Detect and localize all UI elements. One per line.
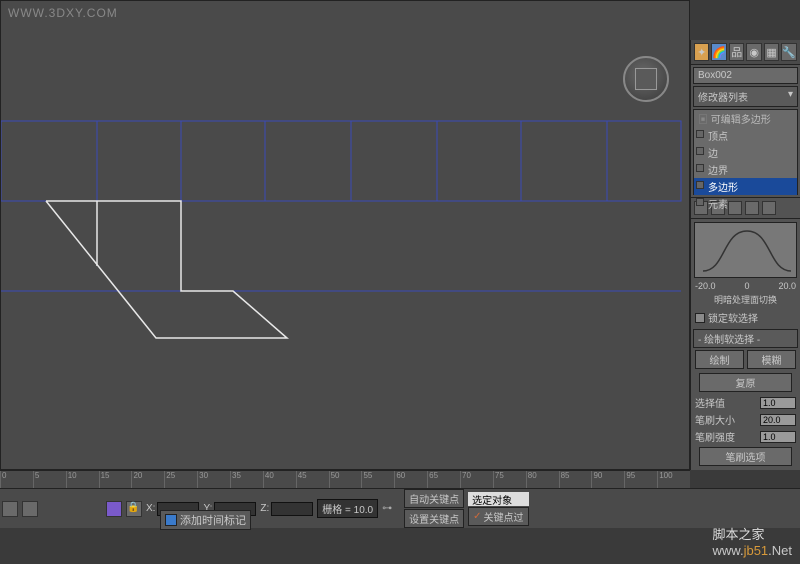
timeline-tick: 45 xyxy=(296,471,329,488)
selection-lock-icon[interactable]: 🔒 xyxy=(126,501,142,517)
timeline-tick: 80 xyxy=(526,471,559,488)
z-coord-input[interactable] xyxy=(271,502,313,516)
add-time-tag-button[interactable]: 添加时间标记 xyxy=(160,510,251,530)
wireframe-geometry xyxy=(1,1,691,471)
timeline-tick: 30 xyxy=(197,471,230,488)
timeline-tick: 100 xyxy=(657,471,690,488)
timeline-tick: 5 xyxy=(33,471,66,488)
subobj-vertex[interactable]: 顶点 xyxy=(694,127,797,144)
key-filters-button[interactable]: ✓关键点过 xyxy=(468,507,528,526)
z-label: Z: xyxy=(260,503,269,514)
timeline-tick: 40 xyxy=(263,471,296,488)
blur-button[interactable]: 模糊 xyxy=(747,350,796,369)
viewport[interactable] xyxy=(0,0,690,470)
graph-axis-labels: -20.0020.0 xyxy=(691,281,800,291)
set-key-button[interactable]: 设置关键点 xyxy=(404,509,464,528)
display-tab-icon[interactable]: ▦ xyxy=(764,43,779,61)
selected-object-field[interactable]: 选定对象 xyxy=(468,492,528,506)
timeline-tick: 75 xyxy=(493,471,526,488)
brush-size-label: 笔刷大小 xyxy=(695,412,735,427)
timeline-tick: 95 xyxy=(624,471,657,488)
modifier-editable-poly[interactable]: ▣ 可编辑多边形 xyxy=(694,110,797,127)
revert-button[interactable]: 复原 xyxy=(699,373,792,392)
selection-value-label: 选择值 xyxy=(695,395,725,410)
status-bar: 🔒 X: Y: Z: 栅格 = 10.0 ⊶ 自动关键点 设置关键点 选定对象 … xyxy=(0,488,800,528)
command-panel: ✦ 🌈 品 ◉ ▦ 🔧 Box002 修改器列表▾ ▣ 可编辑多边形 顶点 边 … xyxy=(690,40,800,470)
motion-tab-icon[interactable]: ◉ xyxy=(746,43,761,61)
watermark-top-left: WWW.3DXY.COM xyxy=(8,6,118,20)
brush-strength-label: 笔刷强度 xyxy=(695,429,735,444)
grid-size-label: 栅格 = 10.0 xyxy=(317,499,378,518)
auto-key-button[interactable]: 自动关键点 xyxy=(404,489,464,508)
chevron-down-icon: ▾ xyxy=(788,89,793,104)
lock-icon[interactable] xyxy=(2,501,18,517)
paint-button[interactable]: 绘制 xyxy=(695,350,744,369)
tag-icon xyxy=(165,514,177,526)
brush-size-spinner[interactable]: 20.0 xyxy=(760,414,796,426)
brush-options-button[interactable]: 笔刷选项 xyxy=(699,447,792,466)
checkbox-icon[interactable] xyxy=(695,313,705,323)
subobj-element[interactable]: 元素 xyxy=(694,195,797,212)
timeline-ruler[interactable]: 0510152025303540455055606570758085909510… xyxy=(0,470,690,488)
x-label: X: xyxy=(146,503,155,514)
selection-value-spinner[interactable]: 1.0 xyxy=(760,397,796,409)
brush-strength-spinner[interactable]: 1.0 xyxy=(760,431,796,443)
modify-tab-icon[interactable]: 🌈 xyxy=(711,43,727,61)
subobj-polygon[interactable]: 多边形 xyxy=(694,178,797,195)
timeline-tick: 55 xyxy=(361,471,394,488)
viewcube[interactable] xyxy=(623,56,669,102)
person-icon[interactable] xyxy=(106,501,122,517)
timeline-tick: 15 xyxy=(99,471,132,488)
timeline-tick: 65 xyxy=(427,471,460,488)
timeline-tick: 20 xyxy=(131,471,164,488)
timeline-tick: 10 xyxy=(66,471,99,488)
shaded-face-toggle-label: 明暗处理面切换 xyxy=(691,291,800,308)
lock-soft-selection[interactable]: 锁定软选择 xyxy=(691,308,800,327)
timeline-tick: 85 xyxy=(559,471,592,488)
command-panel-tabs: ✦ 🌈 品 ◉ ▦ 🔧 xyxy=(691,40,800,65)
create-tab-icon[interactable]: ✦ xyxy=(694,43,709,61)
script-icon[interactable] xyxy=(22,501,38,517)
paint-soft-selection-header: - 绘制软选择 - xyxy=(693,329,798,348)
timeline-tick: 50 xyxy=(329,471,362,488)
hierarchy-tab-icon[interactable]: 品 xyxy=(729,43,744,61)
subobj-border[interactable]: 边界 xyxy=(694,161,797,178)
watermark-bottom-right: 脚本之家 www.jb51.Net xyxy=(713,524,792,558)
timeline-tick: 60 xyxy=(394,471,427,488)
timeline-tick: 90 xyxy=(591,471,624,488)
timeline-tick: 0 xyxy=(0,471,33,488)
utilities-tab-icon[interactable]: 🔧 xyxy=(781,43,797,61)
modifier-stack[interactable]: ▣ 可编辑多边形 顶点 边 边界 多边形 元素 xyxy=(693,109,798,195)
timeline-tick: 25 xyxy=(164,471,197,488)
subobj-edge[interactable]: 边 xyxy=(694,144,797,161)
timeline-tick: 35 xyxy=(230,471,263,488)
timeline-tick: 70 xyxy=(460,471,493,488)
key-icon: ⊶ xyxy=(382,503,400,515)
falloff-graph xyxy=(694,222,797,278)
modifier-list-dropdown[interactable]: 修改器列表▾ xyxy=(693,86,798,107)
object-name-field[interactable]: Box002 xyxy=(693,67,798,84)
